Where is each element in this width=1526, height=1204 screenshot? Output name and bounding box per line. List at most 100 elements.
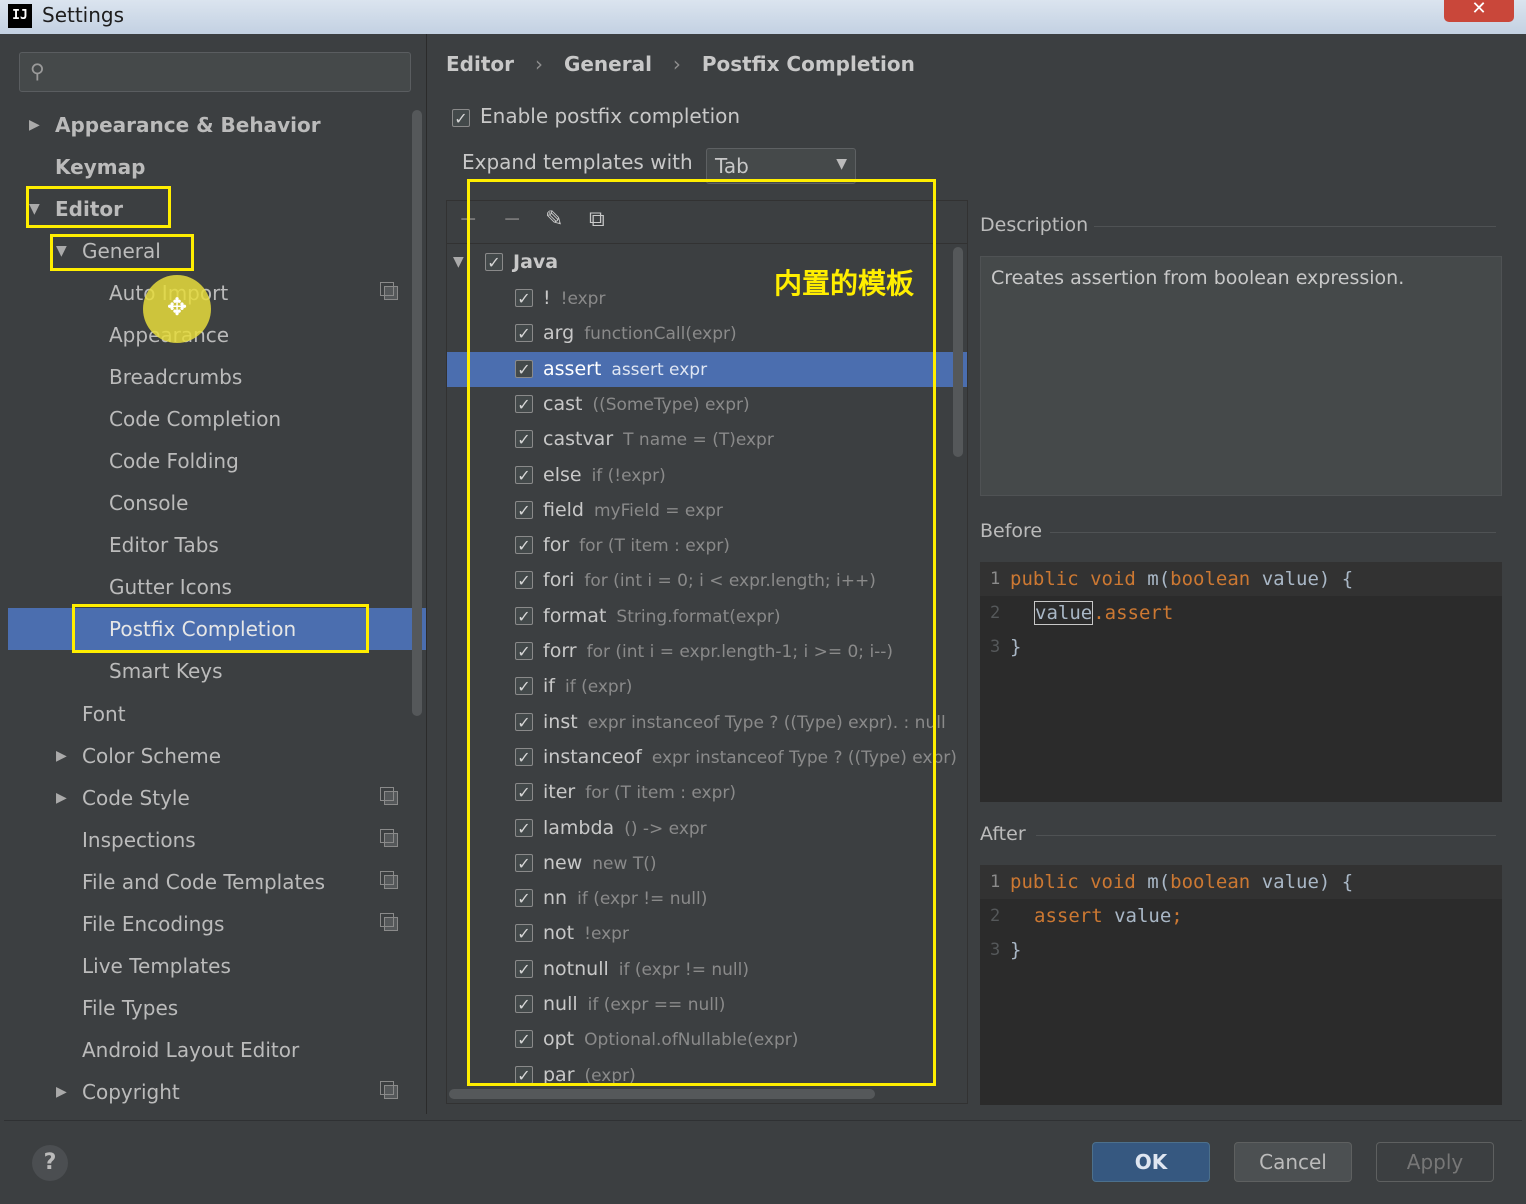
- sidebar-item[interactable]: Code Folding: [8, 440, 426, 482]
- template-checkbox[interactable]: ✓: [515, 465, 533, 484]
- apply-button[interactable]: Apply: [1376, 1142, 1494, 1182]
- sidebar-item[interactable]: ▶ Copyright: [8, 1071, 426, 1113]
- code-token: public void: [1010, 568, 1148, 590]
- template-checkbox[interactable]: ✓: [515, 995, 533, 1014]
- template-row[interactable]: ✓ for for (T item : expr): [447, 528, 967, 563]
- project-scope-icon: [380, 1081, 398, 1099]
- add-icon[interactable]: +: [459, 207, 477, 232]
- sidebar-item[interactable]: Gutter Icons: [8, 566, 426, 608]
- template-checkbox[interactable]: ✓: [515, 642, 533, 661]
- template-row[interactable]: ✓ opt Optional.ofNullable(expr): [447, 1022, 967, 1057]
- template-checkbox[interactable]: ✓: [515, 889, 533, 908]
- expand-arrow-icon[interactable]: ▼: [29, 188, 40, 230]
- collapse-arrow-icon[interactable]: ▶: [56, 735, 67, 777]
- template-row[interactable]: ✓ assert assert expr: [447, 351, 967, 387]
- sidebar-item[interactable]: Breadcrumbs: [8, 356, 426, 398]
- sidebar-item[interactable]: ▶ Color Scheme: [8, 735, 426, 777]
- remove-icon[interactable]: −: [503, 207, 521, 232]
- sidebar-item[interactable]: Smart Keys: [8, 650, 426, 692]
- sidebar-item[interactable]: Editor Tabs: [8, 524, 426, 566]
- template-row[interactable]: ✓ nn if (expr != null): [447, 881, 967, 916]
- template-row[interactable]: ✓ inst expr instanceof Type ? ((Type) expr…: [447, 705, 967, 740]
- template-checkbox[interactable]: ✓: [515, 959, 533, 978]
- sidebar-item[interactable]: Font: [8, 693, 426, 735]
- template-row[interactable]: ✓ castvar T name = (T)expr: [447, 422, 967, 457]
- sidebar-item[interactable]: Console: [8, 482, 426, 524]
- template-checkbox[interactable]: ✓: [515, 1065, 533, 1084]
- template-checkbox[interactable]: ✓: [515, 571, 533, 590]
- sidebar-item[interactable]: Live Templates: [8, 945, 426, 987]
- template-checkbox[interactable]: ✓: [515, 1030, 533, 1049]
- template-checkbox[interactable]: ✓: [515, 359, 533, 378]
- enable-postfix-row[interactable]: ✓ Enable postfix completion: [452, 104, 740, 128]
- sidebar-item[interactable]: ▼ Editor: [8, 188, 426, 230]
- template-row[interactable]: ✓ iter for (T item : expr): [447, 775, 967, 810]
- search-input[interactable]: ⚲: [19, 52, 411, 92]
- template-checkbox[interactable]: ✓: [515, 536, 533, 555]
- sidebar-item[interactable]: Android Layout Editor: [8, 1029, 426, 1071]
- template-row[interactable]: ✓ par (expr): [447, 1058, 967, 1093]
- collapse-arrow-icon[interactable]: ▶: [56, 777, 67, 819]
- templates-hscrollbar[interactable]: [449, 1089, 875, 1099]
- template-checkbox[interactable]: ✓: [515, 500, 533, 519]
- sidebar-item[interactable]: File and Code Templates: [8, 861, 426, 903]
- template-row[interactable]: ✓ notnull if (expr != null): [447, 952, 967, 987]
- template-checkbox[interactable]: ✓: [515, 394, 533, 413]
- close-button[interactable]: ✕: [1444, 0, 1514, 22]
- template-checkbox[interactable]: ✓: [515, 853, 533, 872]
- sidebar-item[interactable]: Auto Import: [8, 272, 426, 314]
- project-scope-icon: [380, 871, 398, 889]
- template-checkbox[interactable]: ✓: [515, 712, 533, 731]
- template-checkbox[interactable]: ✓: [515, 606, 533, 625]
- template-row[interactable]: ✓ lambda () -> expr: [447, 811, 967, 846]
- template-checkbox[interactable]: ✓: [515, 289, 533, 308]
- sidebar-item[interactable]: Postfix Completion: [8, 608, 426, 650]
- template-checkbox[interactable]: ✓: [515, 430, 533, 449]
- template-row[interactable]: ✓ field myField = expr: [447, 493, 967, 528]
- sidebar-item[interactable]: Code Completion: [8, 398, 426, 440]
- enable-postfix-checkbox[interactable]: ✓: [452, 108, 470, 127]
- template-row[interactable]: ✓ cast ((SomeType) expr): [447, 387, 967, 422]
- template-row[interactable]: ✓ if if (expr): [447, 669, 967, 704]
- template-row[interactable]: ✓ format String.format(expr): [447, 599, 967, 634]
- template-checkbox[interactable]: ✓: [515, 924, 533, 943]
- collapse-arrow-icon[interactable]: ▶: [56, 1071, 67, 1113]
- sidebar-scrollbar[interactable]: [412, 110, 422, 716]
- ok-button[interactable]: OK: [1092, 1142, 1210, 1182]
- copy-icon[interactable]: ⧉: [589, 207, 605, 232]
- sidebar-item-label: Code Folding: [109, 449, 239, 473]
- sidebar-item[interactable]: File Types: [8, 987, 426, 1029]
- collapse-arrow-icon[interactable]: ▶: [29, 104, 40, 146]
- expand-arrow-icon[interactable]: ▼: [56, 230, 67, 272]
- template-row[interactable]: ✓ instanceof expr instanceof Type ? ((Type…: [447, 740, 967, 775]
- template-checkbox[interactable]: ✓: [515, 324, 533, 343]
- templates-scrollbar[interactable]: [953, 247, 963, 457]
- edit-icon[interactable]: ✎: [545, 207, 563, 232]
- sidebar-item[interactable]: File Encodings: [8, 903, 426, 945]
- cancel-button[interactable]: Cancel: [1234, 1142, 1352, 1182]
- group-checkbox[interactable]: ✓: [485, 253, 503, 272]
- template-row[interactable]: ✓ null if (expr == null): [447, 987, 967, 1022]
- sidebar-item[interactable]: Keymap: [8, 146, 426, 188]
- sidebar-item[interactable]: ▶ Appearance & Behavior: [8, 104, 426, 146]
- expand-key-dropdown[interactable]: Tab ▼: [706, 148, 856, 184]
- template-row[interactable]: ✓ not !expr: [447, 916, 967, 951]
- template-key: fori: [543, 569, 575, 592]
- help-button[interactable]: ?: [32, 1145, 68, 1181]
- sidebar-item[interactable]: Inspections: [8, 819, 426, 861]
- sidebar-item[interactable]: ▶ Code Style: [8, 777, 426, 819]
- template-row[interactable]: ✓ new new T(): [447, 846, 967, 881]
- template-row[interactable]: ✓ arg functionCall(expr): [447, 316, 967, 351]
- template-checkbox[interactable]: ✓: [515, 818, 533, 837]
- expand-arrow-icon[interactable]: ▼: [453, 245, 464, 280]
- template-row[interactable]: ✓ forr for (int i = expr.length-1; i >= 0;…: [447, 634, 967, 669]
- sidebar-item[interactable]: Appearance: [8, 314, 426, 356]
- template-checkbox[interactable]: ✓: [515, 747, 533, 766]
- sidebar-item[interactable]: ▼ General: [8, 230, 426, 272]
- template-checkbox[interactable]: ✓: [515, 783, 533, 802]
- template-row[interactable]: ✓ else if (!expr): [447, 458, 967, 493]
- panel-divider[interactable]: [426, 34, 427, 1114]
- sidebar-item-label: File and Code Templates: [82, 870, 326, 894]
- template-checkbox[interactable]: ✓: [515, 677, 533, 696]
- template-row[interactable]: ✓ fori for (int i = 0; i < expr.length; i+…: [447, 563, 967, 598]
